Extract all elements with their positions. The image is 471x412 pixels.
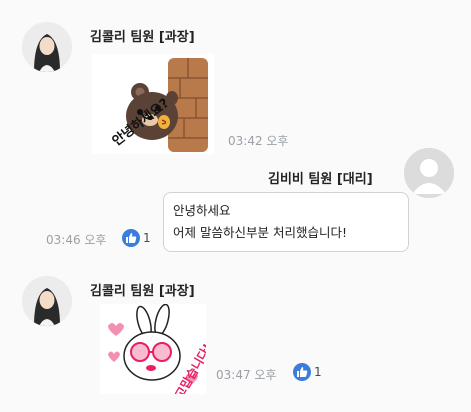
sender-name: 김콜리 팀원 [과장] <box>90 284 195 299</box>
avatar[interactable] <box>404 148 454 198</box>
timestamp: 03:42 오후 <box>228 134 289 148</box>
default-user-icon <box>404 148 454 198</box>
sticker-image[interactable]: 안녕하세요? <box>92 54 214 154</box>
timestamp: 03:46 오후 <box>46 233 107 247</box>
thumbs-up-icon <box>293 363 311 381</box>
timestamp: 03:47 오후 <box>216 368 277 382</box>
like-indicator[interactable]: 1 <box>293 363 322 381</box>
person-avatar-icon <box>22 276 72 326</box>
sender-name: 김비비 팀원 [대리] <box>268 172 373 187</box>
avatar[interactable] <box>22 276 72 326</box>
sender-name: 김콜리 팀원 [과장] <box>90 30 195 45</box>
sticker-image[interactable]: 고맙습니다! <box>100 304 206 394</box>
like-indicator[interactable]: 1 <box>122 229 151 247</box>
bunny-thanks-icon: 고맙습니다! <box>108 304 206 394</box>
message-bubble[interactable]: 안녕하세요 어제 말씀하신부분 처리했습니다! <box>163 192 409 252</box>
like-count: 1 <box>143 231 151 245</box>
avatar[interactable] <box>22 22 72 72</box>
thumbs-up-icon <box>122 229 140 247</box>
bear-hello-icon: 안녕하세요? <box>109 58 208 152</box>
message-line: 안녕하세요 <box>173 203 231 218</box>
person-avatar-icon <box>22 22 72 72</box>
message-line: 어제 말씀하신부분 처리했습니다! <box>173 225 347 240</box>
like-count: 1 <box>314 365 322 379</box>
